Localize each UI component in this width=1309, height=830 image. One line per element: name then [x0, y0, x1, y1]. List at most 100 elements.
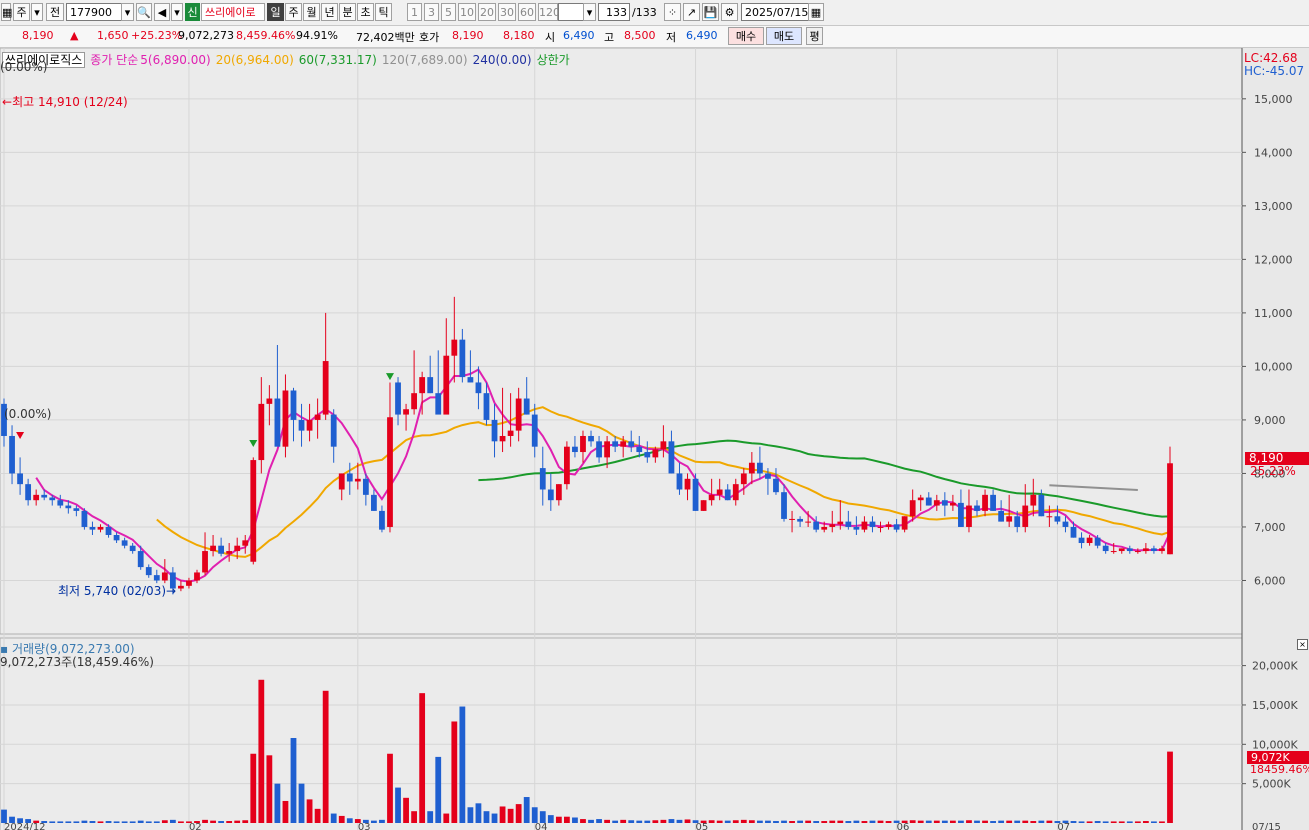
date-input[interactable]: 2025/07/15 — [741, 3, 809, 21]
grid-icon[interactable]: ▦ — [1, 3, 12, 21]
trade-amount: 72,402백만 — [356, 31, 415, 44]
sell-button[interactable]: 매도 — [766, 27, 802, 45]
candle-body — [314, 414, 321, 420]
candle-body — [789, 518, 795, 520]
volume-bar — [1159, 821, 1165, 823]
volume-bar — [580, 819, 586, 823]
gear-icon[interactable]: ⚙ — [721, 3, 738, 21]
tab-년[interactable]: 년 — [321, 3, 338, 21]
candle-body — [572, 446, 578, 453]
candle-body — [668, 441, 675, 474]
volume-bar — [153, 821, 160, 823]
volume-bar — [572, 817, 578, 823]
volume-bar — [459, 706, 466, 823]
candle-body — [588, 435, 594, 442]
tab-분[interactable]: 분 — [339, 3, 356, 21]
candle-body — [684, 478, 691, 490]
volume-bar — [1102, 821, 1109, 823]
candle-body — [998, 510, 1005, 522]
candle-body — [748, 462, 755, 474]
candle-body — [371, 494, 377, 511]
volume-bar — [338, 815, 345, 823]
legend-ma20: 20(6,964.00) — [215, 53, 294, 67]
buy-button[interactable]: 매수 — [728, 27, 764, 45]
candle-body — [708, 494, 715, 501]
close-icon[interactable]: × — [1297, 639, 1308, 650]
volume-bar — [1, 809, 7, 823]
trend-icon[interactable]: ↗ — [683, 3, 700, 21]
tab-주[interactable]: 주 — [285, 3, 302, 21]
candle-body — [65, 505, 72, 509]
interval-tab-10[interactable]: 10 — [458, 3, 476, 21]
tab-초[interactable]: 초 — [357, 3, 374, 21]
chart-area[interactable]: 15,000 14,000 13,000 12,000 11,000 10,000 9,00… — [0, 48, 1309, 830]
candle-body — [395, 382, 401, 415]
period-select[interactable]: 전 — [46, 3, 64, 21]
tab-일[interactable]: 일 — [267, 3, 284, 21]
speaker-icon[interactable]: ◀ — [154, 3, 170, 21]
volume-bar — [515, 804, 522, 823]
volume-bar — [958, 820, 964, 823]
hc-label: HC:-45.07 — [1244, 64, 1305, 78]
eval-button[interactable]: 평 — [806, 27, 823, 45]
chart-svg[interactable]: 15,000 14,000 13,000 12,000 11,000 10,000 9,00… — [0, 48, 1309, 830]
volume-bar — [925, 820, 932, 823]
save-icon[interactable]: 💾 — [702, 3, 719, 21]
volume-bar — [604, 819, 610, 823]
dots-icon[interactable]: ⁘ — [664, 3, 681, 21]
volume-bar — [877, 820, 884, 823]
y-tick-label: 12,000 — [1254, 253, 1293, 266]
volume-bar — [974, 820, 980, 823]
chevron-down-icon[interactable]: ▾ — [31, 3, 43, 21]
vol-tick-label: 5,000K — [1252, 778, 1291, 791]
vol-tick-label: 10,000K — [1252, 738, 1298, 751]
interval-tab-1[interactable]: 1 — [407, 3, 422, 21]
candle-body — [97, 526, 104, 530]
search-icon[interactable]: 🔍 — [136, 3, 152, 21]
interval-tab-20[interactable]: 20 — [478, 3, 496, 21]
volume-bar — [186, 821, 192, 823]
interval-tab-60[interactable]: 60 — [518, 3, 536, 21]
legend-ma240: 240(0.00) — [472, 53, 532, 67]
volume-bar — [748, 820, 755, 823]
interval-tab-120[interactable]: 120 — [538, 3, 560, 21]
interval-tab-3[interactable]: 3 — [424, 3, 439, 21]
low-price: 6,490 — [686, 29, 718, 42]
volume-bar — [909, 820, 916, 823]
volume-bar — [555, 816, 562, 823]
volume-bar — [740, 819, 747, 823]
candle-body — [596, 441, 602, 458]
tab-틱[interactable]: 틱 — [375, 3, 392, 21]
count-input[interactable]: 133 — [598, 3, 630, 21]
code-input[interactable]: 177900 — [66, 3, 122, 21]
stock-name-field[interactable]: 쓰리에이로 — [201, 3, 265, 21]
candle-body — [845, 521, 852, 527]
candle-body — [853, 526, 860, 530]
pct-top-label: (0.00%) — [0, 60, 48, 74]
code-dropdown-icon[interactable]: ▾ — [121, 3, 134, 21]
interval-tab-30[interactable]: 30 — [498, 3, 516, 21]
volume-bar — [322, 690, 329, 823]
y-tick-label: 15,000 — [1254, 93, 1293, 106]
volume-bar — [1046, 820, 1053, 823]
mode-select[interactable]: 주 — [13, 3, 30, 21]
volume-bar — [1014, 820, 1021, 823]
speaker-dropdown-icon[interactable]: ▾ — [171, 3, 183, 21]
legend-ma120: 120(7,689.00) — [381, 53, 468, 67]
toolbar: ▦ 주 ▾ 전 177900 ▾ 🔍 ◀ ▾ 신 쓰리에이로 일주월년분초틱 1… — [0, 0, 1309, 26]
volume-bar — [73, 821, 80, 823]
candle-body — [17, 473, 23, 485]
interval-tab-5[interactable]: 5 — [441, 3, 456, 21]
candle-body — [113, 534, 120, 541]
candle-body — [990, 494, 996, 511]
interval-dropdown-icon[interactable]: ▾ — [583, 3, 596, 21]
candle-body — [258, 403, 265, 461]
tab-월[interactable]: 월 — [303, 3, 320, 21]
candle-body — [202, 551, 208, 573]
volume-bar — [387, 753, 393, 823]
calendar-icon[interactable]: ▦ — [808, 3, 824, 21]
candle-body — [1110, 551, 1117, 553]
candle-body — [226, 551, 233, 554]
candle-body — [137, 551, 144, 568]
volume-bar — [949, 820, 956, 823]
